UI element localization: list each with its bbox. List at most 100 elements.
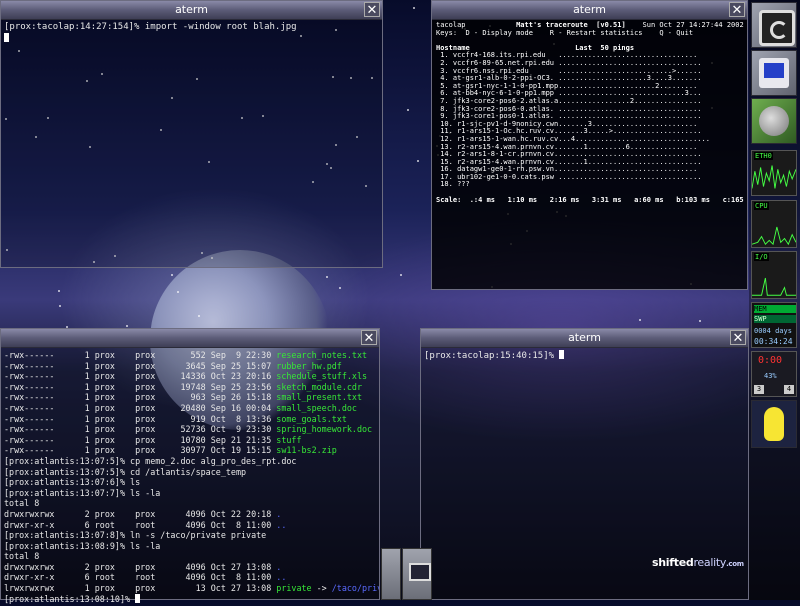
file-name: sketch_module.cdr [276,381,362,392]
file-name: private [276,583,312,594]
iconified-window[interactable] [381,548,401,600]
io-monitor: I/O [751,251,797,299]
network-monitor: ETH0 [751,150,797,196]
star [171,274,173,276]
listing-row: -rwx------ 1 prox prox 19748 Sep 25 23:5… [4,381,277,392]
star [198,315,200,317]
display-icon [759,58,789,88]
battery-time: 0:00 [758,355,783,366]
window-titlebar[interactable]: aterm ✕ [1,1,382,20]
dock-app-window-manager[interactable] [751,2,797,48]
mtr-hop: 18. ??? [436,180,559,189]
wm-logo-icon [759,10,795,46]
file-name: rubber_hw.pdf [276,360,342,371]
listing-row: -rwx------ 1 prox prox 14336 Oct 23 20:1… [4,371,277,382]
terminal-line: total 8 [4,498,40,509]
listing-row: -rwx------ 1 prox prox 10780 Sep 21 21:3… [4,434,277,445]
window-titlebar[interactable]: aterm ✕ [421,329,748,348]
link-arrow: -> [311,583,332,594]
uptime: 0004 days [754,327,792,335]
close-icon[interactable]: ✕ [361,330,377,346]
listing-row: -rwx------ 1 prox prox 52736 Oct 9 23:30 [4,424,277,435]
dock: ETH0 CPU I/O MEM SWP 0004 days 00:34:24 … [749,0,800,600]
file-name: .. [276,572,287,583]
file-name: some_goals.txt [276,413,347,424]
wrench-icon [759,106,789,136]
star [177,291,179,293]
star [639,319,641,321]
text-cursor [559,350,565,359]
file-name: . [276,561,282,572]
file-name: spring_homework.doc [276,424,373,435]
terminal-window-import[interactable]: aterm ✕ [prox:tacolap:14:27:154]% import… [0,0,383,268]
prompt-text: [prox:atlantis:13:08:10]% [4,593,136,604]
dock-app-tools[interactable] [751,98,797,144]
terminal-line: total 8 [4,551,40,562]
close-icon[interactable]: ✕ [730,330,746,346]
monitor-icon[interactable] [402,548,432,600]
file-name: .. [276,519,287,530]
io-graph [752,277,796,296]
mascot-icon [764,407,784,441]
desk-indicator-b[interactable]: 4 [784,385,794,394]
cpu-monitor: CPU [751,200,797,248]
star [126,325,128,327]
window-titlebar[interactable]: aterm ✕ [432,1,747,20]
window-title: aterm [568,331,601,344]
listing-row: -rwx------ 1 prox prox 30977 Oct 19 15:1… [4,445,277,456]
file-name: small_speech.doc [276,402,357,413]
star [59,305,61,307]
mtr-scale: Scale: .:4 ms 1:10 ms 2:16 ms 3:31 ms a:… [436,195,747,204]
text-cursor [4,32,9,42]
star [699,320,701,322]
star [400,274,402,276]
prompt-text: [prox:tacolap:15:40:15]% [424,351,555,361]
listing-row: drwxr-xr-x 6 root root 4096 Oct 8 11:00 [4,572,277,583]
watermark: shiftedreality.com [652,556,744,569]
desk-indicator-a[interactable]: 3 [754,385,764,394]
star [339,287,341,289]
file-name: research_notes.txt [276,350,368,360]
close-icon[interactable]: ✕ [729,2,745,18]
star [413,7,415,9]
star [326,276,328,278]
file-name: sw11-bs2.zip [276,445,337,456]
battery-monitor: 0:00 43% 3 4 [751,351,797,397]
terminal-line: [prox:tacolap:14:27:154]% import -window… [4,22,297,32]
listing-row: drwxrwxrwx 2 prox prox 4096 Oct 22 20:18 [4,508,277,519]
network-graph [752,165,796,189]
terminal-output[interactable]: [prox:tacolap:15:40:15]% [421,348,748,364]
star [407,109,409,111]
mtr-pings: .................................. [558,172,702,181]
mem-bar: MEM [754,305,796,313]
terminal-window-ls[interactable]: ✕ -rwx------ 1 prox prox 552 Sep 9 22:30… [0,328,380,604]
mtr-keys: Keys: D - Display mode R - Restart stati… [436,28,694,37]
battery-pct: 43% [764,372,777,380]
terminal-output[interactable]: -rwx------ 1 prox prox 552 Sep 9 22:30 r… [1,348,379,606]
mtr-output[interactable]: tacolap Matt's traceroute [v0.51] Sun Oc… [432,20,747,206]
terminal-line: [prox:atlantis:13:07:5]% cd /atlantis/sp… [4,466,247,477]
swap-bar: SWP [754,315,796,323]
listing-row: -rwx------ 1 prox prox 3645 Sep 25 15:07 [4,360,277,371]
dock-app-display[interactable] [751,50,797,96]
terminal-line: [prox:atlantis:13:07:5]% cp memo_2.doc a… [4,455,297,466]
file-name: stuff [276,434,302,445]
terminal-line: [prox:atlantis:13:07:7]% ls -la [4,487,161,498]
dock-app-mascot[interactable] [751,400,797,448]
terminal-output[interactable]: [prox:tacolap:14:27:154]% import -window… [1,20,382,47]
star [417,160,419,162]
terminal-line: [prox:atlantis:13:08:9]% ls -la [4,540,161,551]
file-name: . [276,508,282,519]
listing-row: drwxr-xr-x 6 root root 4096 Oct 8 11:00 [4,519,277,530]
file-name: schedule_stuff.xls [276,371,368,382]
close-icon[interactable]: ✕ [364,2,380,18]
window-titlebar[interactable]: ✕ [1,329,379,348]
text-cursor [135,593,141,603]
memory-monitor: MEM SWP 0004 days 00:34:24 [751,302,797,348]
listing-row: lrwxrwxrwx 1 prox prox 13 Oct 27 13:08 [4,583,277,594]
clock: 00:34:24 [754,337,793,346]
listing-row: -rwx------ 1 prox prox 919 Oct 8 13:36 [4,413,277,424]
terminal-window-mtr[interactable]: aterm ✕ tacolap Matt's traceroute [v0.51… [431,0,748,290]
window-title: aterm [175,3,208,16]
star [58,290,60,292]
